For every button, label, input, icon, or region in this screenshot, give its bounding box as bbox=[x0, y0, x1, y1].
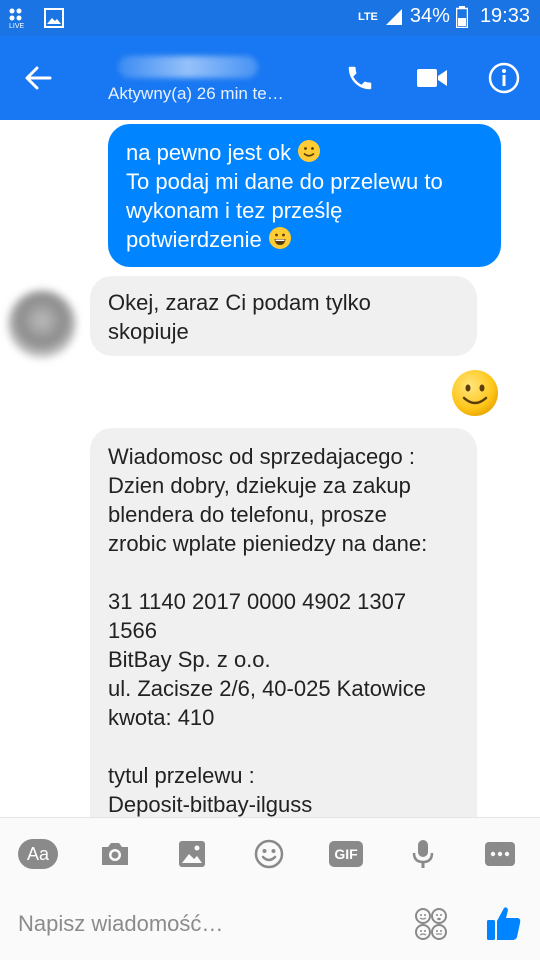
message-bubble-incoming[interactable]: Wiadomosc od sprzedajacego : Dzien dobry… bbox=[90, 428, 477, 817]
message-bubble-outgoing[interactable]: na pewno jest ok To podaj mi dane do prz… bbox=[108, 124, 501, 267]
reactions-icon bbox=[415, 908, 447, 940]
camera-icon bbox=[102, 843, 128, 865]
text-style-button[interactable]: Aa bbox=[18, 836, 58, 872]
status-bar: LIVE LTE 34% 19:33 bbox=[0, 0, 540, 36]
video-camera-icon bbox=[417, 69, 447, 87]
system-status: LTE 34% 19:33 bbox=[358, 5, 530, 28]
slight-smile-emoji bbox=[298, 140, 321, 162]
info-icon bbox=[488, 62, 520, 94]
info-button[interactable] bbox=[484, 58, 524, 98]
smile-emoji[interactable] bbox=[450, 368, 500, 418]
message-input[interactable]: Napisz wiadomość… bbox=[18, 911, 223, 937]
emoji-icon bbox=[254, 839, 284, 869]
svg-text:LIVE: LIVE bbox=[9, 23, 25, 29]
call-button[interactable] bbox=[340, 58, 380, 98]
phone-icon bbox=[348, 66, 372, 90]
battery-percentage: 34% bbox=[409, 5, 450, 27]
clock: 19:33 bbox=[479, 5, 530, 27]
more-icon bbox=[485, 842, 515, 866]
signal-icon bbox=[385, 8, 402, 25]
gallery-button[interactable] bbox=[172, 836, 212, 872]
gallery-icon bbox=[44, 8, 64, 28]
live-icon: LIVE bbox=[9, 8, 25, 29]
message-list[interactable]: na pewno jest ok To podaj mi dane do prz… bbox=[0, 120, 540, 817]
like-button[interactable] bbox=[484, 903, 524, 948]
message-text: Okej, zaraz Ci podam tylko skopiuje bbox=[108, 290, 371, 344]
image-icon bbox=[179, 841, 205, 867]
grin-emoji bbox=[268, 227, 291, 249]
video-call-button[interactable] bbox=[412, 58, 452, 98]
text-style-icon: Aa bbox=[18, 839, 58, 869]
contact-name-redacted[interactable] bbox=[118, 56, 258, 78]
message-bubble-incoming[interactable]: Okej, zaraz Ci podam tylko skopiuje bbox=[90, 276, 477, 356]
battery-icon bbox=[455, 5, 468, 28]
conversation-header: Aktywny(a) 26 min te… bbox=[0, 36, 540, 120]
microphone-icon bbox=[412, 840, 434, 868]
message-text: na pewno jest ok bbox=[126, 140, 292, 165]
contact-avatar[interactable] bbox=[8, 290, 76, 358]
voice-button[interactable] bbox=[403, 836, 443, 872]
more-button[interactable] bbox=[480, 836, 520, 872]
message-text: Wiadomosc od sprzedajacego : Dzien dobry… bbox=[108, 444, 428, 817]
back-button[interactable] bbox=[18, 58, 58, 98]
like-icon bbox=[487, 907, 521, 940]
active-status: Aktywny(a) 26 min te… bbox=[108, 84, 284, 103]
camera-button[interactable] bbox=[95, 836, 135, 872]
notification-icons: LIVE bbox=[8, 7, 64, 29]
reactions-button[interactable] bbox=[414, 907, 448, 946]
back-arrow-icon bbox=[25, 66, 52, 90]
gif-icon: GIF bbox=[329, 841, 363, 867]
composer-toolbar: Aa GIF bbox=[0, 817, 540, 889]
emoji-button[interactable] bbox=[249, 836, 289, 872]
gif-button[interactable]: GIF bbox=[326, 836, 366, 872]
message-composer: Napisz wiadomość… bbox=[0, 889, 540, 960]
network-type: LTE bbox=[357, 10, 378, 23]
